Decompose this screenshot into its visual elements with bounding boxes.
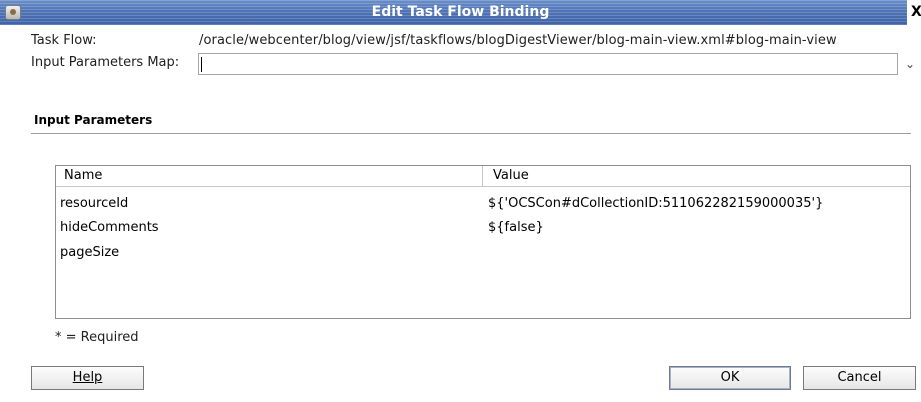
task-flow-value: /oracle/webcenter/blog/view/jsf/taskflow… [199, 33, 837, 48]
close-button[interactable]: X [907, 0, 921, 25]
section-title: Input Parameters [34, 113, 153, 127]
input-parameters-table[interactable]: Name Value resourceId ${'OCSCon#dCollect… [55, 165, 911, 319]
table-cell-name[interactable]: hideComments [60, 216, 159, 240]
chevron-down-icon[interactable]: ⌄ [899, 53, 921, 75]
table-cell-name[interactable]: resourceId [60, 192, 128, 216]
table-cell-name[interactable]: pageSize [60, 241, 119, 265]
required-note: * = Required [55, 330, 139, 345]
help-button-label: Help [72, 370, 103, 385]
cancel-button[interactable]: Cancel [803, 366, 916, 390]
column-header-value[interactable]: Value [493, 166, 529, 186]
input-parameters-map-label: Input Parameters Map: [31, 55, 180, 70]
table-header: Name Value [56, 166, 910, 187]
title-bar[interactable]: Edit Task Flow Binding X [0, 0, 921, 25]
window-title: Edit Task Flow Binding [371, 4, 550, 20]
help-button[interactable]: Help [31, 366, 144, 390]
ok-button[interactable]: OK [669, 366, 791, 390]
text-caret [201, 57, 202, 72]
section-divider [31, 133, 911, 134]
input-parameters-map-field[interactable] [198, 53, 898, 75]
table-cell-value[interactable]: ${false} [488, 216, 544, 240]
task-flow-label: Task Flow: [31, 33, 97, 48]
column-separator[interactable] [482, 166, 483, 186]
table-cell-value[interactable]: ${'OCSCon#dCollectionID:5110622821590000… [488, 192, 823, 216]
column-header-name[interactable]: Name [64, 166, 102, 186]
